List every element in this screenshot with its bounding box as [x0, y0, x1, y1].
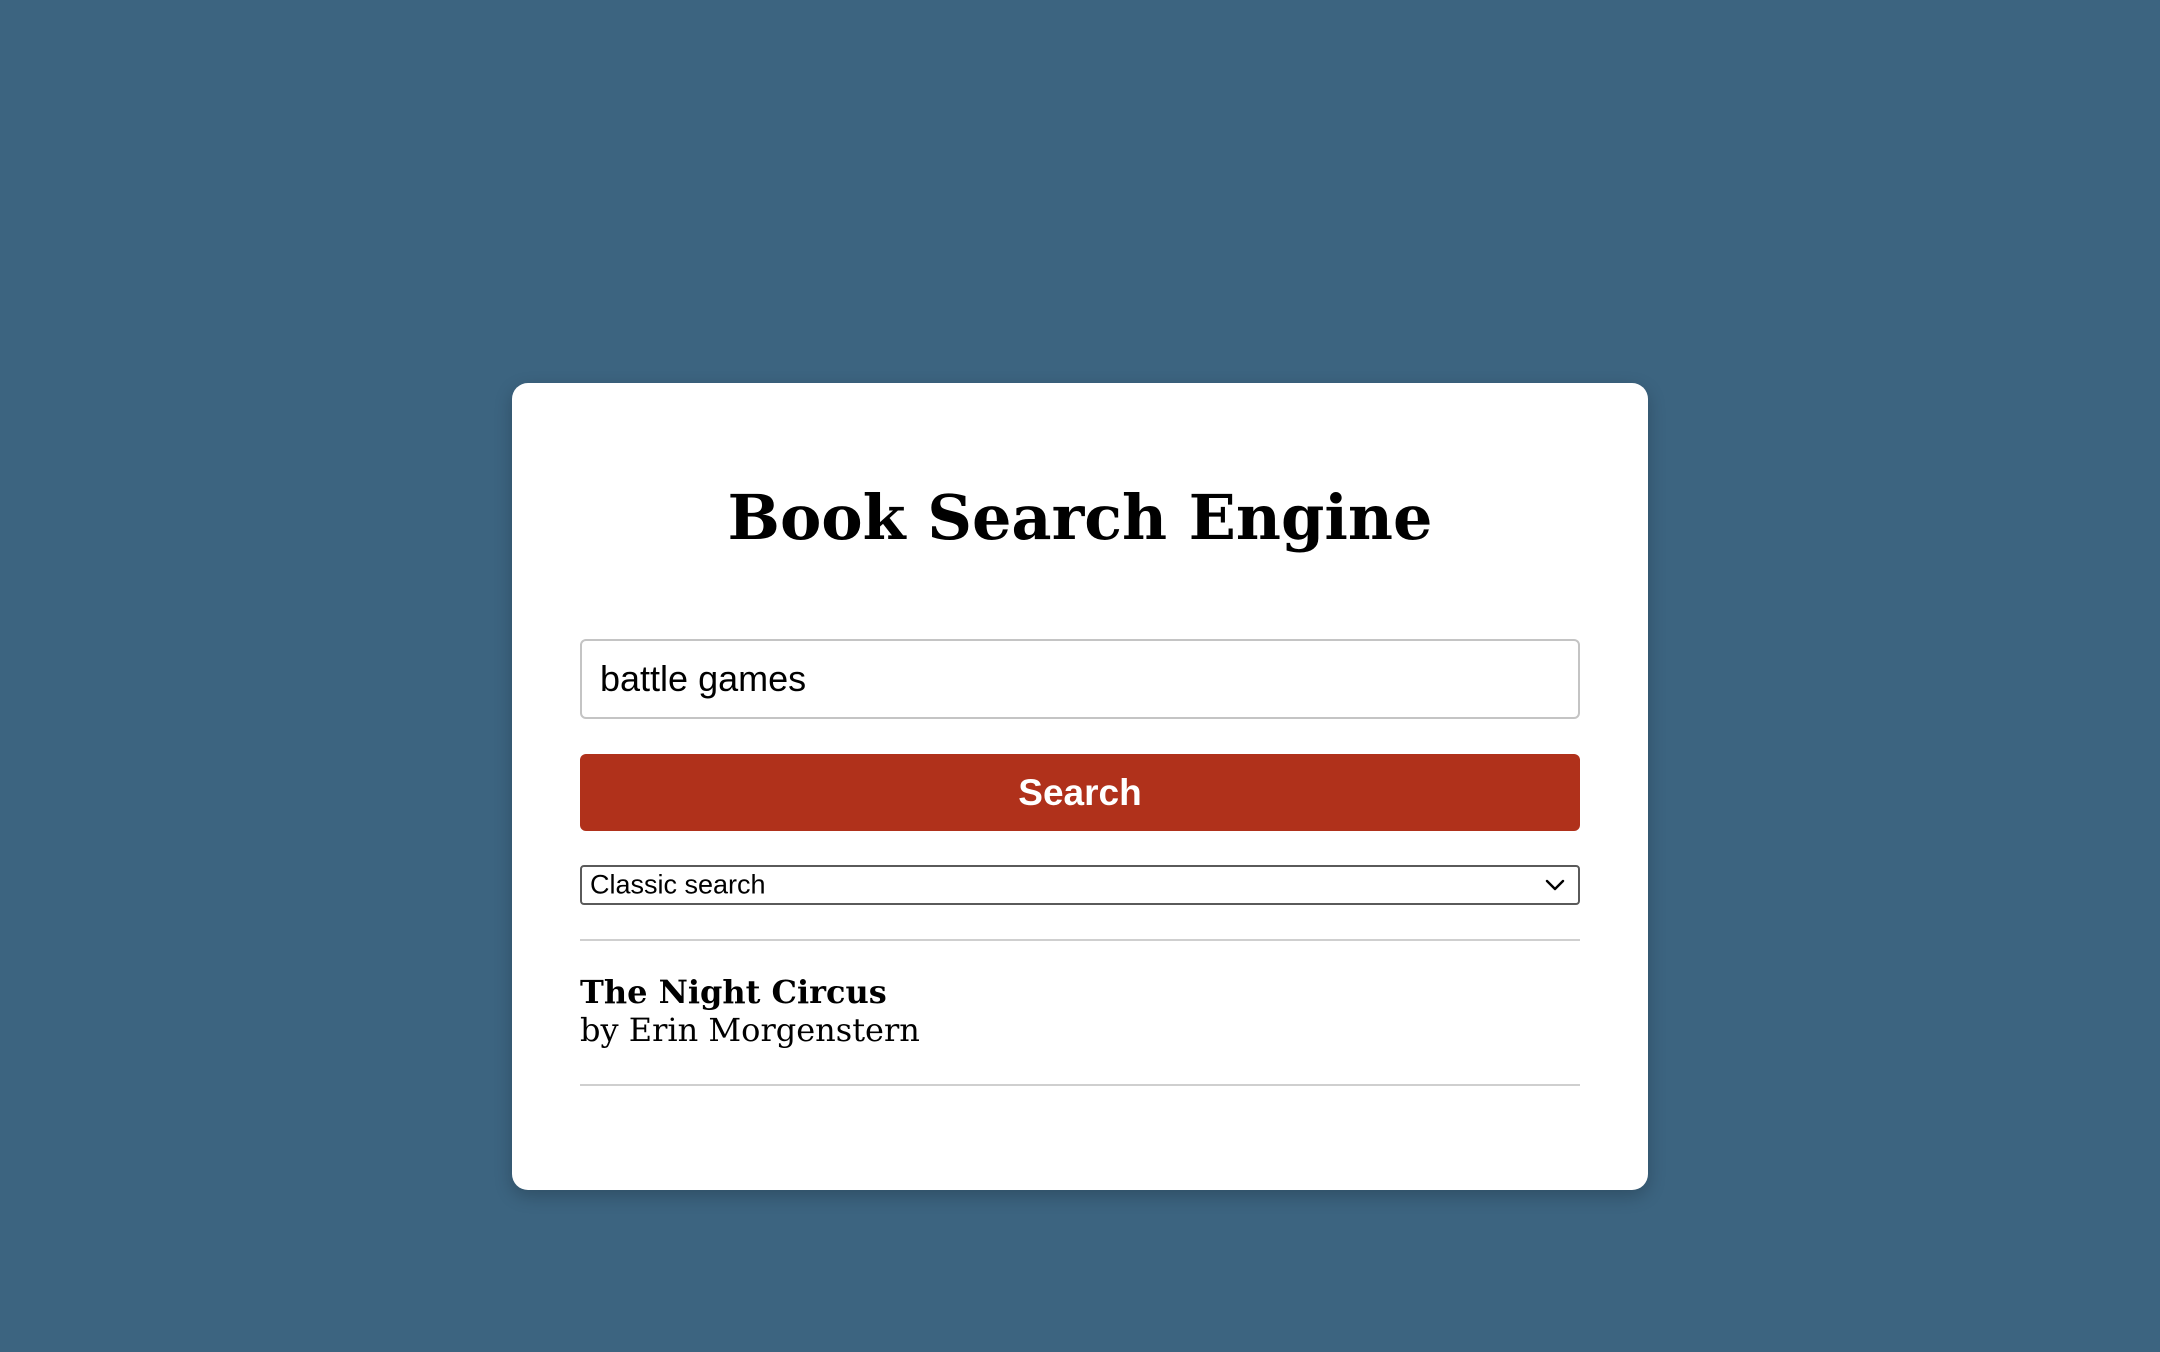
search-mode-value: Classic search — [590, 869, 766, 900]
result-title: The Night Circus — [580, 973, 887, 1011]
results-divider-bottom — [580, 1084, 1580, 1086]
result-item: The Night Circus by Erin Morgenstern — [580, 973, 1580, 1049]
search-mode-select[interactable]: Classic search — [580, 865, 1580, 905]
page-title: Book Search Engine — [727, 481, 1433, 554]
chevron-down-icon — [1545, 879, 1565, 891]
results-divider-top — [580, 939, 1580, 941]
search-button[interactable]: Search — [580, 754, 1580, 831]
search-input[interactable] — [580, 639, 1580, 719]
search-card: Book Search Engine Search Classic search… — [512, 383, 1648, 1190]
result-author: by Erin Morgenstern — [580, 1011, 920, 1049]
